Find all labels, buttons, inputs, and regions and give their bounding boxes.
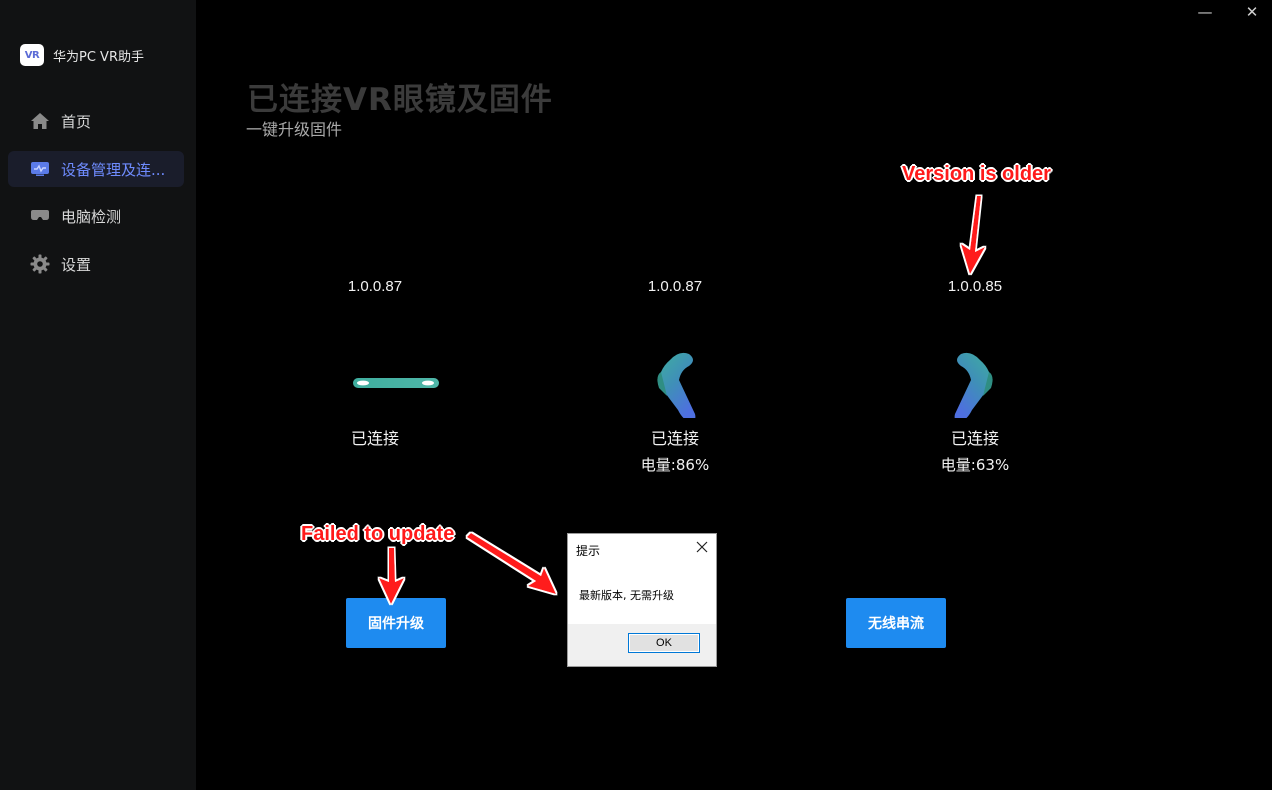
app-brand: VR 华为PC VR助手 <box>20 44 144 66</box>
close-icon[interactable] <box>696 538 708 558</box>
arrow-icon <box>467 533 556 594</box>
device-card-left-controller: 1.0.0.87 已连接 电量:86% <box>575 276 775 475</box>
device-card-headset: 1.0.0.87 已连接 <box>275 276 475 454</box>
app-name: 华为PC VR助手 <box>53 49 144 65</box>
sidebar-item-pc-check[interactable]: 电脑检测 <box>8 198 184 234</box>
sidebar-item-label: 首页 <box>61 112 92 131</box>
annotation-failed-update: Failed to update <box>301 523 455 545</box>
device-status: 已连接 <box>350 429 399 448</box>
dialog-message: 最新版本, 无需升级 <box>579 589 674 602</box>
arrow-icon <box>961 196 985 274</box>
device-status: 已连接 <box>950 429 999 448</box>
sidebar-item-home[interactable]: 首页 <box>8 103 184 139</box>
vr-logo-icon: VR <box>20 44 44 66</box>
message-dialog: 提示 最新版本, 无需升级 OK <box>567 533 717 667</box>
monitor-icon <box>30 159 50 179</box>
sidebar-item-settings[interactable]: 设置 <box>8 246 184 282</box>
page-subtitle: 一键升级固件 <box>246 120 343 139</box>
device-battery: 电量:86% <box>640 456 710 474</box>
vr-headset-icon <box>275 298 475 418</box>
sidebar-item-label: 电脑检测 <box>61 207 122 226</box>
dialog-title: 提示 <box>576 544 601 558</box>
device-version: 1.0.0.87 <box>347 278 403 295</box>
ok-button[interactable]: OK <box>628 633 700 653</box>
vr-glasses-icon <box>30 206 50 226</box>
firmware-upgrade-button[interactable]: 固件升级 <box>346 598 446 648</box>
device-status: 已连接 <box>650 429 699 448</box>
wireless-stream-button[interactable]: 无线串流 <box>846 598 946 648</box>
vr-controller-icon <box>575 298 775 422</box>
gear-icon <box>30 254 50 274</box>
device-version: 1.0.0.85 <box>947 278 1003 295</box>
page-title: 已连接VR眼镜及固件 <box>247 82 553 118</box>
arrow-icon <box>379 548 404 604</box>
vr-controller-icon <box>875 298 1075 422</box>
device-battery: 电量:63% <box>940 456 1010 474</box>
sidebar-item-label: 设备管理及连... <box>61 160 166 179</box>
sidebar-item-device-management[interactable]: 设备管理及连... <box>8 151 184 187</box>
minimize-button[interactable]: — <box>1195 4 1215 20</box>
device-version: 1.0.0.87 <box>647 278 703 295</box>
annotation-version-older: Version is older <box>902 163 1051 185</box>
sidebar-item-label: 设置 <box>61 255 92 274</box>
device-card-right-controller: 1.0.0.85 已连接 电量:63% <box>875 276 1075 475</box>
sidebar: VR 华为PC VR助手 首页 设备管理及连... 电脑检测 设置 <box>0 0 196 790</box>
close-window-button[interactable]: ✕ <box>1242 4 1262 20</box>
dialog-footer: OK <box>568 624 716 666</box>
home-icon <box>30 111 50 131</box>
